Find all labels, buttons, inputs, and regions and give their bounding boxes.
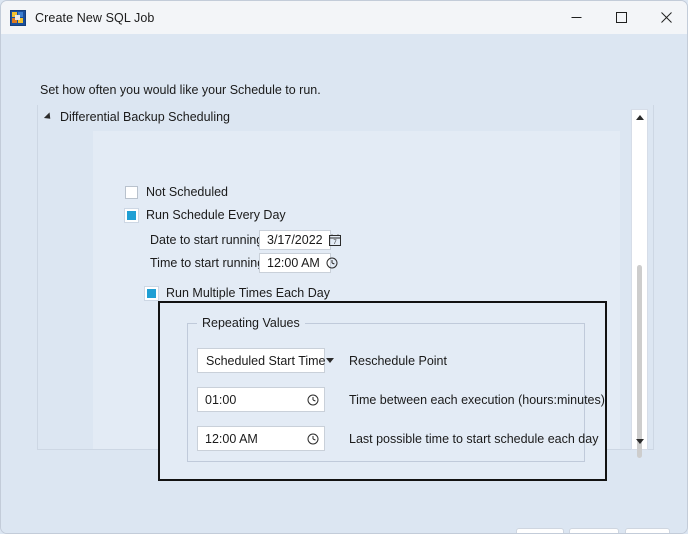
date-input[interactable]: 3/17/2022 7	[259, 230, 341, 250]
last-time-input[interactable]: 12:00 AM	[197, 426, 325, 451]
title-bar: Create New SQL Job	[1, 1, 687, 34]
clock-icon[interactable]	[326, 257, 338, 269]
repeating-values-focus-box: Repeating Values Scheduled Start Time Re…	[158, 301, 607, 481]
dialog-content: Set how often you would like your Schedu…	[1, 34, 687, 533]
section-header-label: Differential Backup Scheduling	[60, 110, 231, 124]
field-label: Time to start running:	[150, 256, 268, 270]
interval-time-value: 01:00	[205, 392, 237, 407]
checkbox-box	[125, 208, 138, 222]
checkbox-box	[125, 185, 138, 199]
maximize-icon[interactable]	[599, 1, 644, 34]
cancel-button[interactable]: Cancel	[516, 528, 564, 533]
sql-job-icon	[10, 9, 26, 26]
last-time-description: Last possible time to start schedule eac…	[349, 431, 599, 446]
time-input[interactable]: 12:00 AM	[259, 253, 338, 273]
time-input-value: 12:00 AM	[267, 256, 320, 270]
checkbox-run-schedule-every-day[interactable]: Run Schedule Every Day	[125, 208, 286, 222]
chevron-down-icon	[43, 112, 54, 122]
reschedule-point-value: Scheduled Start Time	[206, 353, 326, 368]
scrollbar-thumb[interactable]	[637, 265, 642, 458]
checkbox-not-scheduled[interactable]: Not Scheduled	[125, 185, 228, 199]
clock-icon[interactable]	[307, 394, 319, 406]
reschedule-point-description: Reschedule Point	[349, 353, 447, 368]
interval-description: Time between each execution (hours:minut…	[349, 392, 605, 407]
clock-icon[interactable]	[307, 433, 319, 445]
fieldset-legend: Repeating Values	[197, 316, 305, 330]
checkbox-label: Not Scheduled	[146, 185, 229, 199]
repeating-row-last-possible-time: 12:00 AM Last possible time to start sch…	[197, 426, 598, 451]
scroll-down-icon[interactable]	[632, 434, 647, 449]
chevron-down-icon	[325, 358, 334, 363]
field-time-to-start-running: Time to start running: 12:00 AM	[150, 253, 338, 273]
back-button[interactable]: < Back	[569, 528, 619, 533]
interval-time-input[interactable]: 01:00	[197, 387, 325, 412]
field-label: Date to start running:	[150, 233, 267, 247]
close-icon[interactable]	[644, 1, 687, 34]
repeating-values-fieldset: Repeating Values Scheduled Start Time Re…	[187, 316, 605, 462]
minimize-icon[interactable]	[554, 1, 599, 34]
vertical-scrollbar[interactable]	[631, 109, 648, 458]
calendar-icon[interactable]: 7	[328, 234, 341, 246]
intro-text: Set how often you would like your Schedu…	[40, 83, 321, 97]
repeating-row-reschedule-point: Scheduled Start Time Reschedule Point	[197, 348, 447, 373]
reschedule-point-dropdown[interactable]: Scheduled Start Time	[197, 348, 334, 373]
repeating-row-interval: 01:00 Time between each execution (hours…	[197, 387, 605, 412]
last-time-value: 12:00 AM	[205, 431, 258, 446]
date-input-value: 3/17/2022	[267, 233, 323, 247]
field-date-to-start-running: Date to start running: 3/17/2022 7	[150, 230, 341, 250]
checkbox-run-multiple-times-each-day[interactable]: Run Multiple Times Each Day	[145, 286, 330, 300]
dialog-footer: Cancel < Back Finish	[1, 492, 687, 533]
window-controls	[554, 1, 687, 34]
checkbox-box	[145, 286, 158, 300]
section-header-differential-backup-scheduling[interactable]: Differential Backup Scheduling	[40, 110, 230, 124]
checkbox-label: Run Multiple Times Each Day	[166, 286, 330, 300]
checkbox-label: Run Schedule Every Day	[146, 208, 286, 222]
window-title: Create New SQL Job	[35, 10, 155, 25]
create-new-sql-job-window: Create New SQL Job Set how often you wou…	[0, 0, 688, 534]
finish-button[interactable]: Finish	[625, 528, 670, 533]
scroll-up-icon[interactable]	[632, 110, 647, 125]
